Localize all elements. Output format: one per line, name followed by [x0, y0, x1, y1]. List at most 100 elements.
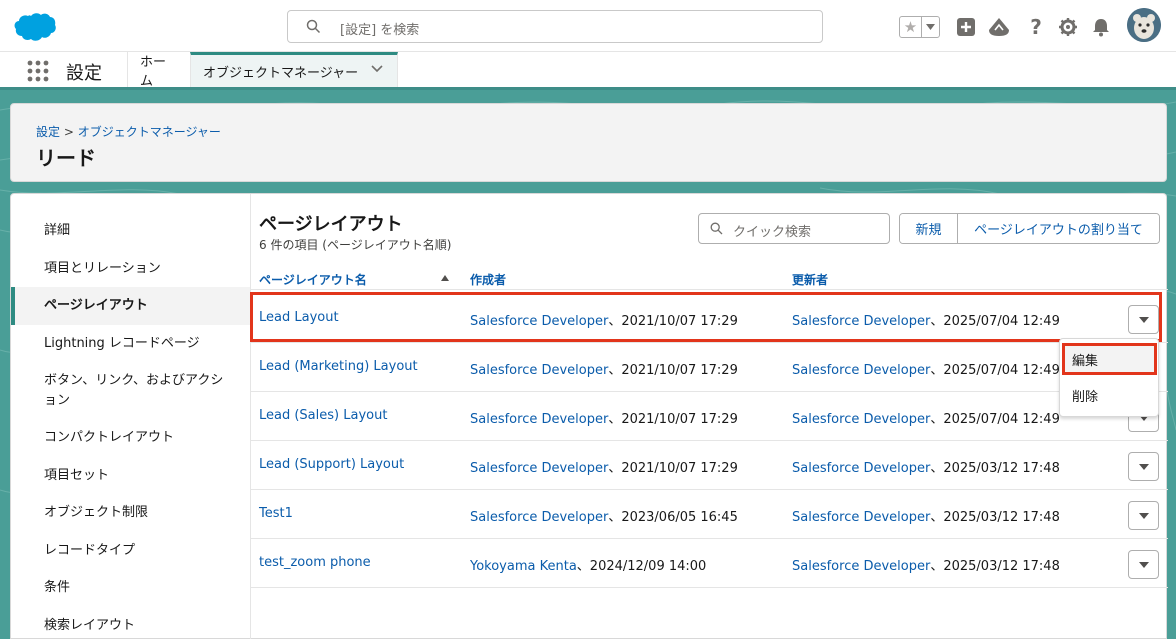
chevron-down-icon: [1138, 512, 1149, 519]
tab-object-manager-label: オブジェクトマネージャー: [203, 65, 359, 81]
sidebar-item-field-sets[interactable]: 項目セット: [11, 466, 250, 486]
table-row: Test1 Salesforce Developer、2023/06/05 16…: [251, 490, 1168, 539]
main-card: 詳細 項目とリレーション ページレイアウト Lightning レコードページ …: [10, 193, 1168, 639]
sidebar-item-label: 詳細: [44, 223, 71, 238]
breadcrumb-separator: >: [63, 125, 74, 139]
page-layout-assignment-button[interactable]: ページレイアウトの割り当て: [958, 214, 1159, 243]
star-icon[interactable]: ★: [900, 17, 922, 37]
chevron-down-icon[interactable]: [922, 17, 939, 37]
sidebar-item-fields[interactable]: 項目とリレーション: [11, 259, 250, 279]
chevron-down-icon[interactable]: [371, 65, 383, 73]
search-icon: [306, 19, 321, 34]
sidebar-item-label: コンパクトレイアウト: [44, 430, 175, 445]
breadcrumb-setup-link[interactable]: 設定: [36, 125, 60, 139]
sidebar-item-label: レコードタイプ: [44, 543, 136, 558]
table-row: Lead (Sales) Layout Salesforce Developer…: [251, 392, 1168, 441]
sidebar-item-buttons-links[interactable]: ボタン、リンク、およびアクション: [11, 371, 250, 411]
table-row: Lead (Marketing) Layout Salesforce Devel…: [251, 343, 1168, 392]
created-by-link[interactable]: Salesforce Developer: [470, 510, 608, 525]
modified-by-link[interactable]: Salesforce Developer: [792, 363, 930, 378]
tab-home[interactable]: ホーム: [127, 52, 190, 89]
global-search-input[interactable]: [設定] を検索: [287, 10, 823, 43]
row-highlight-frame: [250, 292, 1162, 342]
trailhead-icon[interactable]: [988, 16, 1010, 38]
created-date: 、2024/12/09 14:00: [576, 559, 707, 574]
created-date: 、2021/10/07 17:29: [608, 363, 738, 378]
favorites-group[interactable]: ★: [899, 16, 940, 38]
row-action-menu-button[interactable]: [1128, 550, 1159, 579]
chevron-down-icon: [1138, 463, 1149, 470]
layout-name-link[interactable]: Test1: [259, 506, 293, 521]
section-title: ページレイアウト: [259, 214, 403, 235]
table-row: test_zoom phone Yokoyama Kenta、2024/12/0…: [251, 539, 1168, 588]
new-button[interactable]: 新規: [900, 214, 958, 243]
search-placeholder: [設定] を検索: [340, 23, 420, 38]
column-header-name[interactable]: ページレイアウト名: [259, 271, 367, 288]
page-layouts-panel: ページレイアウト 6 件の項目 (ページレイアウト名順) クイック検索 新規 ペ…: [251, 194, 1168, 639]
row-action-menu-button[interactable]: [1128, 452, 1159, 481]
sidebar-item-compact-layouts[interactable]: コンパクトレイアウト: [11, 428, 250, 448]
modified-by-link[interactable]: Salesforce Developer: [792, 559, 930, 574]
sidebar-item-object-limits[interactable]: オブジェクト制限: [11, 503, 250, 523]
created-by-link[interactable]: Salesforce Developer: [470, 363, 608, 378]
sidebar-item-label: ボタン、リンク、およびアクション: [44, 373, 224, 408]
app-launcher-icon[interactable]: [27, 60, 49, 82]
tab-home-label: ホーム: [140, 54, 167, 89]
search-icon: [710, 222, 723, 235]
row-action-dropdown: 編集 削除: [1059, 338, 1159, 417]
help-icon[interactable]: ?: [1025, 15, 1047, 39]
layout-name-link[interactable]: test_zoom phone: [259, 555, 371, 570]
sidebar-item-details[interactable]: 詳細: [11, 221, 250, 241]
sidebar-item-record-types[interactable]: レコードタイプ: [11, 541, 250, 561]
created-date: 、2021/10/07 17:29: [608, 461, 738, 476]
created-by-link[interactable]: Salesforce Developer: [470, 412, 608, 427]
add-icon[interactable]: [955, 16, 977, 38]
quick-search-input[interactable]: クイック検索: [698, 213, 890, 244]
sidebar-item-search-layouts[interactable]: 検索レイアウト: [11, 616, 250, 636]
global-header: [設定] を検索 ★ ?: [0, 0, 1176, 52]
created-date: 、2023/06/05 16:45: [608, 510, 738, 525]
section-subtitle: 6 件の項目 (ページレイアウト名順): [259, 238, 452, 252]
sidebar-item-label: 項目セット: [44, 468, 110, 483]
tab-object-manager[interactable]: オブジェクトマネージャー: [190, 52, 398, 87]
modified-by-link[interactable]: Salesforce Developer: [792, 510, 930, 525]
breadcrumb: 設定 > オブジェクトマネージャー: [36, 123, 221, 140]
layout-name-link[interactable]: Lead (Sales) Layout: [259, 408, 387, 423]
sidebar-item-label: 項目とリレーション: [44, 261, 161, 276]
modified-date: 、2025/03/12 17:48: [930, 510, 1060, 525]
sidebar-item-label: ページレイアウト: [44, 298, 148, 313]
created-date: 、2021/10/07 17:29: [608, 412, 738, 427]
created-by-link[interactable]: Salesforce Developer: [470, 461, 608, 476]
quick-search-placeholder: クイック検索: [733, 225, 812, 240]
menu-item-delete[interactable]: 削除: [1072, 386, 1098, 405]
salesforce-logo[interactable]: [14, 12, 56, 42]
gear-icon[interactable]: [1057, 16, 1079, 38]
modified-by-link[interactable]: Salesforce Developer: [792, 412, 930, 427]
column-header-created-by[interactable]: 作成者: [470, 271, 506, 288]
row-action-menu-button[interactable]: [1128, 501, 1159, 530]
app-nav-bar: 設定 ホーム オブジェクトマネージャー: [0, 52, 1176, 90]
page-header: 設定 > オブジェクトマネージャー リード: [10, 103, 1167, 182]
sidebar-item-page-layouts[interactable]: ページレイアウト: [11, 287, 250, 325]
user-avatar[interactable]: [1127, 8, 1161, 42]
column-header-modified-by[interactable]: 更新者: [792, 271, 828, 288]
sidebar-item-label: オブジェクト制限: [44, 505, 149, 520]
modified-date: 、2025/03/12 17:48: [930, 559, 1060, 574]
sidebar-item-label: 検索レイアウト: [44, 618, 136, 633]
sidebar-item-label: 条件: [44, 580, 71, 595]
breadcrumb-object-manager-link[interactable]: オブジェクトマネージャー: [78, 125, 221, 139]
table-header: ページレイアウト名 作成者 更新者: [251, 266, 1168, 290]
menu-item-edit[interactable]: 編集: [1072, 350, 1098, 369]
sidebar-item-lightning-pages[interactable]: Lightning レコードページ: [11, 334, 250, 354]
modified-date: 、2025/03/12 17:48: [930, 461, 1060, 476]
table-row: Lead (Support) Layout Salesforce Develop…: [251, 441, 1168, 490]
layout-name-link[interactable]: Lead (Support) Layout: [259, 457, 404, 472]
bell-icon[interactable]: [1090, 16, 1112, 38]
sort-ascending-icon[interactable]: [441, 275, 449, 281]
layout-name-link[interactable]: Lead (Marketing) Layout: [259, 359, 418, 374]
object-sidebar: 詳細 項目とリレーション ページレイアウト Lightning レコードページ …: [11, 194, 251, 639]
created-by-link[interactable]: Yokoyama Kenta: [470, 559, 577, 574]
sidebar-item-conditions[interactable]: 条件: [11, 578, 250, 598]
modified-by-link[interactable]: Salesforce Developer: [792, 461, 930, 476]
page-title: リード: [36, 146, 96, 170]
